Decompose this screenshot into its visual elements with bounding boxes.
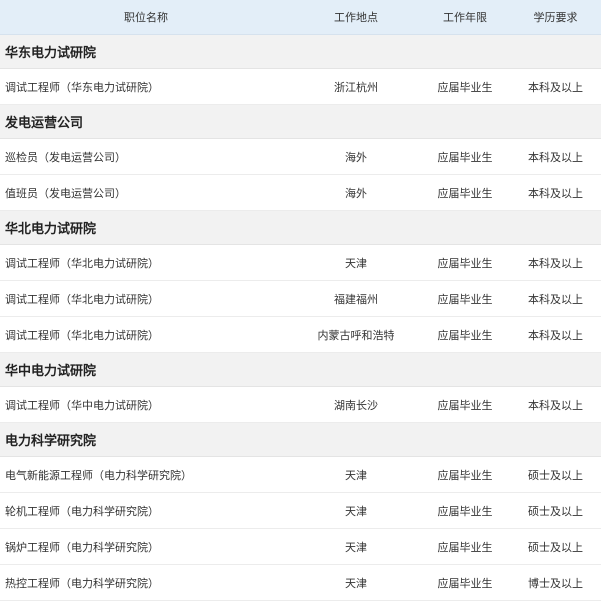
job-years: 应届毕业生 — [437, 328, 493, 342]
table-row[interactable]: 调试工程师（华东电力试研院） 浙江杭州 应届毕业生 本科及以上 — [0, 69, 601, 105]
table-row[interactable]: 轮机工程师（电力科学研究院） 天津 应届毕业生 硕士及以上 — [0, 493, 601, 529]
job-years: 应届毕业生 — [437, 256, 493, 270]
job-title[interactable]: 值班员（发电运营公司） — [0, 185, 292, 201]
group-header: 华北电力试研院 — [0, 211, 601, 245]
job-location: 海外 — [345, 150, 367, 164]
job-years: 应届毕业生 — [437, 292, 493, 306]
job-location: 天津 — [345, 256, 367, 270]
job-location: 湖南长沙 — [334, 398, 378, 412]
job-location: 福建福州 — [334, 292, 378, 306]
job-location: 天津 — [345, 540, 367, 554]
job-education: 博士及以上 — [528, 576, 583, 590]
job-education: 本科及以上 — [528, 328, 583, 342]
job-years: 应届毕业生 — [437, 540, 493, 554]
job-education: 硕士及以上 — [528, 468, 583, 482]
header-education: 学历要求 — [533, 11, 578, 24]
table-header: 职位名称 工作地点 工作年限 学历要求 — [0, 0, 601, 35]
job-location: 内蒙古呼和浩特 — [317, 328, 395, 342]
table-row[interactable]: 调试工程师（华中电力试研院） 湖南长沙 应届毕业生 本科及以上 — [0, 387, 601, 423]
job-education: 硕士及以上 — [528, 504, 583, 518]
job-location: 浙江杭州 — [334, 80, 378, 94]
job-title[interactable]: 调试工程师（华北电力试研院） — [0, 255, 292, 271]
job-title[interactable]: 电气新能源工程师（电力科学研究院） — [0, 467, 292, 483]
group-header: 华东电力试研院 — [0, 35, 601, 69]
job-education: 本科及以上 — [528, 80, 583, 94]
job-title[interactable]: 调试工程师（华北电力试研院） — [0, 327, 292, 343]
job-years: 应届毕业生 — [437, 186, 493, 200]
job-years: 应届毕业生 — [437, 504, 493, 518]
job-education: 本科及以上 — [528, 150, 583, 164]
table-row[interactable]: 调试工程师（华北电力试研院） 内蒙古呼和浩特 应届毕业生 本科及以上 — [0, 317, 601, 353]
job-education: 本科及以上 — [528, 256, 583, 270]
job-education: 本科及以上 — [528, 398, 583, 412]
table-row[interactable]: 锅炉工程师（电力科学研究院） 天津 应届毕业生 硕士及以上 — [0, 529, 601, 565]
group-header: 电力科学研究院 — [0, 423, 601, 457]
header-position: 职位名称 — [124, 11, 168, 24]
job-title[interactable]: 热控工程师（电力科学研究院） — [0, 575, 292, 591]
group-header: 华中电力试研院 — [0, 353, 601, 387]
header-location: 工作地点 — [334, 11, 378, 24]
job-education: 本科及以上 — [528, 292, 583, 306]
job-title[interactable]: 调试工程师（华中电力试研院） — [0, 397, 292, 413]
header-years: 工作年限 — [443, 11, 487, 24]
table-row[interactable]: 巡检员（发电运营公司） 海外 应届毕业生 本科及以上 — [0, 139, 601, 175]
job-years: 应届毕业生 — [437, 80, 493, 94]
table-row[interactable]: 调试工程师（华北电力试研院） 天津 应届毕业生 本科及以上 — [0, 245, 601, 281]
job-location: 天津 — [345, 468, 367, 482]
job-location: 天津 — [345, 504, 367, 518]
job-title[interactable]: 调试工程师（华东电力试研院） — [0, 79, 292, 95]
job-title[interactable]: 锅炉工程师（电力科学研究院） — [0, 539, 292, 555]
job-table: 职位名称 工作地点 工作年限 学历要求 华东电力试研院 调试工程师（华东电力试研… — [0, 0, 601, 601]
job-title[interactable]: 巡检员（发电运营公司） — [0, 149, 292, 165]
job-education: 本科及以上 — [528, 186, 583, 200]
job-location: 海外 — [345, 186, 367, 200]
job-years: 应届毕业生 — [437, 150, 493, 164]
job-years: 应届毕业生 — [437, 468, 493, 482]
job-location: 天津 — [345, 576, 367, 590]
job-years: 应届毕业生 — [437, 576, 493, 590]
job-title[interactable]: 轮机工程师（电力科学研究院） — [0, 503, 292, 519]
table-row[interactable]: 电气新能源工程师（电力科学研究院） 天津 应届毕业生 硕士及以上 — [0, 457, 601, 493]
table-row[interactable]: 热控工程师（电力科学研究院） 天津 应届毕业生 博士及以上 — [0, 565, 601, 601]
table-row[interactable]: 值班员（发电运营公司） 海外 应届毕业生 本科及以上 — [0, 175, 601, 211]
group-header: 发电运营公司 — [0, 105, 601, 139]
job-title[interactable]: 调试工程师（华北电力试研院） — [0, 291, 292, 307]
job-years: 应届毕业生 — [437, 398, 493, 412]
job-education: 硕士及以上 — [528, 540, 583, 554]
table-row[interactable]: 调试工程师（华北电力试研院） 福建福州 应届毕业生 本科及以上 — [0, 281, 601, 317]
